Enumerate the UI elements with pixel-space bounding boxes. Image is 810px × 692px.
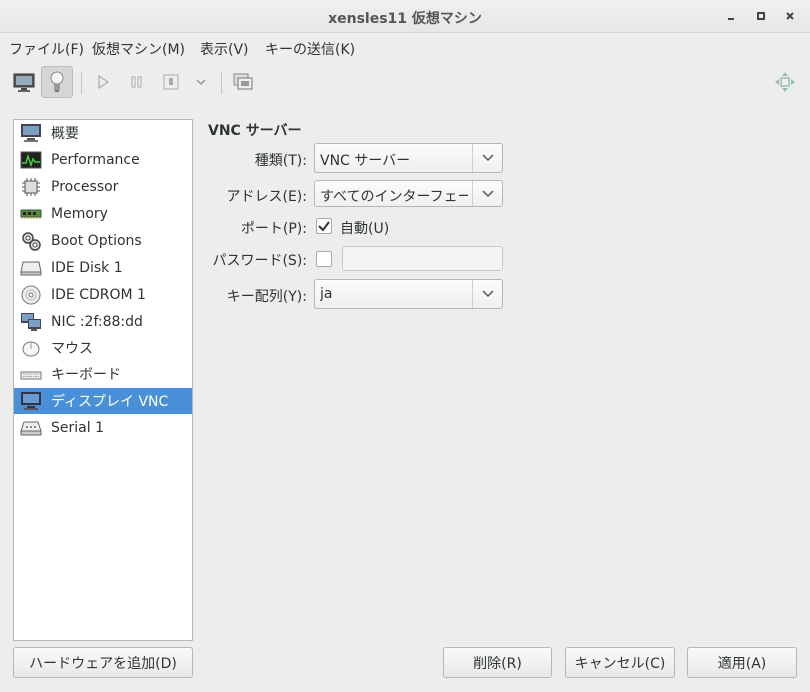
section-title: VNC サーバー <box>208 123 302 139</box>
snapshot-icon <box>233 73 253 90</box>
menu-vm[interactable]: 仮想マシン(M) <box>92 39 185 59</box>
close-icon <box>786 12 794 20</box>
hw-item-nic[interactable]: NIC :2f:88:dd <box>14 309 192 335</box>
apply-button[interactable]: 適用(A) <box>687 647 797 678</box>
menu-view[interactable]: 表示(V) <box>200 39 249 59</box>
performance-icon <box>19 150 43 170</box>
add-hardware-button[interactable]: ハードウェアを追加(D) <box>13 647 193 678</box>
hw-item-label: マウス <box>51 341 93 357</box>
checkmark-icon <box>318 221 330 232</box>
keymap-value: ja <box>320 286 333 302</box>
hw-item-keyboard[interactable]: キーボード <box>14 361 192 387</box>
keymap-combo[interactable]: ja <box>314 279 503 309</box>
keyboard-icon <box>19 364 43 384</box>
details-lightbulb-icon <box>50 71 64 92</box>
run-icon <box>98 74 110 90</box>
hw-item-label: キーボード <box>51 367 121 383</box>
password-checkbox[interactable] <box>316 251 332 267</box>
hw-item-mouse[interactable]: マウス <box>14 335 192 361</box>
chevron-down-icon <box>472 181 502 206</box>
type-value: VNC サーバー <box>320 153 411 169</box>
password-label: パスワード(S): <box>212 253 307 269</box>
close-button[interactable] <box>781 8 799 26</box>
toolbar-separator <box>221 72 222 94</box>
minimize-button[interactable] <box>722 8 740 26</box>
fullscreen-icon <box>775 72 795 92</box>
toolbar-separator <box>81 72 82 94</box>
hw-item-label: IDE CDROM 1 <box>51 287 146 303</box>
port-label: ポート(P): <box>240 221 307 237</box>
title-bar: xensles11 仮想マシン <box>0 0 810 33</box>
console-button[interactable] <box>8 66 40 98</box>
details-button[interactable] <box>41 66 73 98</box>
type-label: 種類(T): <box>254 153 307 169</box>
cancel-button[interactable]: キャンセル(C) <box>565 647 675 678</box>
address-label: アドレス(E): <box>226 189 308 205</box>
menu-bar: ファイル(F) 仮想マシン(M) 表示(V) キーの送信(K) <box>0 33 810 60</box>
password-field[interactable] <box>342 246 503 271</box>
hw-item-label: Processor <box>51 179 119 195</box>
port-auto-checkbox[interactable] <box>316 218 332 234</box>
shutdown-menu-button[interactable] <box>187 66 215 98</box>
memory-icon <box>19 204 43 224</box>
hw-item-label: Boot Options <box>51 233 142 249</box>
run-button[interactable] <box>87 66 119 98</box>
hw-item-performance[interactable]: Performance <box>14 147 192 173</box>
menu-file[interactable]: ファイル(F) <box>9 39 84 59</box>
maximize-icon <box>757 12 765 20</box>
processor-icon <box>19 177 43 197</box>
address-value: すべてのインターフェース <box>320 189 468 205</box>
window-title: xensles11 仮想マシン <box>328 11 482 27</box>
hw-item-label: Serial 1 <box>51 420 104 436</box>
pause-button[interactable] <box>121 66 153 98</box>
fullscreen-button[interactable] <box>769 66 801 98</box>
boot-options-icon <box>19 231 43 251</box>
shutdown-icon <box>163 74 179 90</box>
type-combo[interactable]: VNC サーバー <box>314 143 503 173</box>
remove-button[interactable]: 削除(R) <box>443 647 552 678</box>
disk-icon <box>19 258 43 278</box>
hw-item-label: NIC :2f:88:dd <box>51 314 143 330</box>
chevron-down-icon <box>472 280 502 308</box>
hw-item-ide-disk[interactable]: IDE Disk 1 <box>14 255 192 281</box>
address-combo[interactable]: すべてのインターフェース <box>314 180 503 207</box>
hw-item-label: Memory <box>51 206 108 222</box>
cdrom-icon <box>19 285 43 305</box>
hw-item-boot-options[interactable]: Boot Options <box>14 228 192 254</box>
console-icon <box>13 73 35 92</box>
hw-item-serial[interactable]: Serial 1 <box>14 415 192 441</box>
overview-icon <box>19 123 43 143</box>
keymap-label: キー配列(Y): <box>226 289 307 305</box>
menu-send-key[interactable]: キーの送信(K) <box>265 39 355 59</box>
display-icon <box>19 391 43 411</box>
hw-item-overview[interactable]: 概要 <box>14 120 192 146</box>
hw-item-processor[interactable]: Processor <box>14 174 192 200</box>
snapshot-button[interactable] <box>227 66 259 98</box>
nic-icon <box>19 312 43 332</box>
toolbar <box>0 62 810 104</box>
hw-item-label: 概要 <box>51 126 79 142</box>
pause-icon <box>131 76 142 88</box>
maximize-button[interactable] <box>752 8 770 26</box>
hw-item-label: Performance <box>51 152 140 168</box>
hw-item-ide-cdrom[interactable]: IDE CDROM 1 <box>14 282 192 308</box>
hw-item-label: IDE Disk 1 <box>51 260 123 276</box>
serial-icon <box>19 418 43 438</box>
hw-item-display-vnc[interactable]: ディスプレイ VNC <box>14 388 192 414</box>
hardware-list: 概要 Performance Processor Memory Boot Opt… <box>13 119 193 641</box>
chevron-down-icon <box>472 144 502 172</box>
port-auto-label: 自動(U) <box>340 221 390 237</box>
hw-item-memory[interactable]: Memory <box>14 201 192 227</box>
hw-item-label: ディスプレイ VNC <box>51 394 169 410</box>
shutdown-button[interactable] <box>155 66 187 98</box>
minimize-icon <box>728 18 734 20</box>
mouse-icon <box>19 338 43 358</box>
shutdown-menu-icon <box>196 79 206 86</box>
